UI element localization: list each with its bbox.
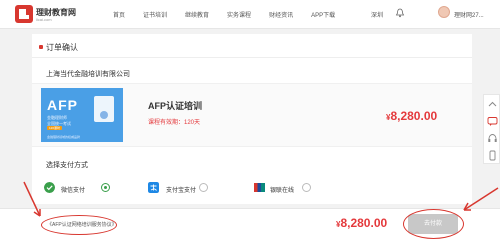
unionpay-radio[interactable]	[302, 183, 311, 192]
phone-icon[interactable]	[487, 150, 498, 161]
thumbnail-title: AFP	[47, 97, 78, 113]
avatar[interactable]	[438, 6, 450, 18]
main-nav: 首页 证书培训 继续教育 实务课程 财经资讯 APP下载	[113, 10, 353, 19]
title-marker	[39, 45, 43, 49]
thumbnail-footer: 金融理财领域的权威品牌	[47, 135, 81, 139]
bell-icon[interactable]	[395, 8, 405, 18]
course-validity: 课程有效期：120天	[148, 120, 201, 126]
page-title: 订单确认	[46, 43, 78, 52]
order-total: ¥8,280.00	[336, 216, 387, 230]
nav-item-app-download[interactable]: APP下载	[311, 10, 335, 19]
unionpay-icon	[254, 183, 265, 192]
item-price: ¥8,280.00	[386, 109, 437, 123]
username[interactable]: 理财网27...	[454, 10, 484, 19]
payment-method-title: 选择支付方式	[46, 162, 88, 169]
logo-icon[interactable]	[15, 5, 33, 23]
unionpay-label[interactable]: 银联在线	[270, 185, 294, 194]
divider	[32, 57, 472, 58]
chat-icon[interactable]	[487, 116, 498, 127]
alipay-icon	[148, 182, 159, 193]
city-selector[interactable]: 深圳	[371, 10, 383, 19]
nav-item-practice-courses[interactable]: 实务课程	[227, 10, 251, 19]
top-header: 理财教育网 licai.com 首页 证书培训 继续教育 实务课程 财经资讯 A…	[0, 0, 500, 29]
logo-subtext: licai.com	[36, 17, 52, 22]
wechat-pay-label[interactable]: 微信支付	[61, 185, 85, 194]
order-total-value: 8,280.00	[340, 216, 388, 230]
annotation-circle-agreement	[41, 215, 117, 235]
course-thumbnail[interactable]: AFP 金融理财师 全国统一考试 120课时 金融理财领域的权威品牌	[41, 88, 123, 142]
annotation-arrow-pay	[463, 187, 499, 211]
collapse-icon[interactable]	[487, 99, 498, 110]
nav-item-continuing-education[interactable]: 继续教育	[185, 10, 209, 19]
certificate-icon	[94, 96, 114, 122]
annotation-arrow-agreement	[23, 181, 41, 217]
nav-item-finance-news[interactable]: 财经资讯	[269, 10, 293, 19]
course-name[interactable]: AFP认证培训	[148, 99, 202, 112]
alipay-label[interactable]: 支付宝支付	[166, 185, 196, 194]
wechat-pay-radio[interactable]	[101, 183, 110, 192]
nav-item-home[interactable]: 首页	[113, 10, 125, 19]
nav-item-certificate-training[interactable]: 证书培训	[143, 10, 167, 19]
side-float-bar	[483, 94, 500, 164]
company-name: 上海当代金融培训有限公司	[46, 71, 130, 78]
item-price-value: 8,280.00	[390, 109, 438, 123]
headset-icon[interactable]	[487, 133, 498, 144]
thumbnail-badge: 120课时	[47, 126, 63, 130]
annotation-circle-pay	[403, 209, 464, 239]
alipay-radio[interactable]	[199, 183, 208, 192]
